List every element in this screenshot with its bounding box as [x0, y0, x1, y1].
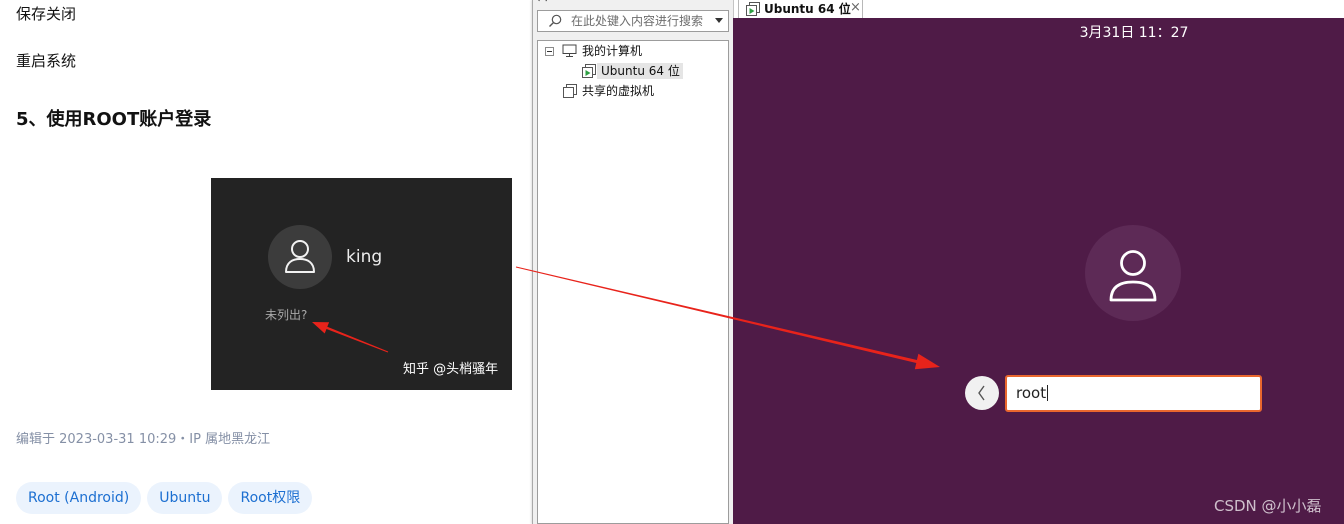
library-close-button[interactable]: × [717, 0, 728, 4]
library-panel: 库 × 在此处键入内容进行搜索 我的计算机 [532, 0, 733, 524]
tag-root-android[interactable]: Root (Android) [16, 482, 142, 514]
tab-close-button[interactable]: × [850, 0, 861, 16]
computer-icon [562, 44, 577, 57]
tag-list: Root (Android) Ubuntu Root权限 [16, 482, 313, 514]
article-text-reboot: 重启系统 [16, 52, 77, 70]
shared-vm-icon [563, 84, 577, 98]
csdn-watermark: CSDN @小小磊 [1214, 497, 1322, 515]
username-input[interactable]: root [1005, 375, 1262, 412]
article-heading: 5、使用ROOT账户登录 [16, 109, 212, 130]
avatar [1085, 225, 1181, 321]
tree-item-ubuntu-vm[interactable]: Ubuntu 64 位 [601, 64, 680, 78]
collapse-icon[interactable] [545, 47, 554, 56]
image-watermark: 知乎 @头梢骚年 [403, 362, 499, 377]
tag-root-permission[interactable]: Root权限 [228, 482, 313, 514]
chevron-left-icon [978, 385, 985, 401]
vm-running-icon [582, 64, 596, 78]
vm-running-icon [746, 2, 760, 16]
vm-console: Ubuntu 64 位 × 3月31日 11：27 root CSDN @小小磊 [733, 0, 1344, 524]
search-placeholder: 在此处键入内容进行搜索 [571, 14, 704, 28]
user-icon [285, 240, 315, 273]
tree-item-shared-vms[interactable]: 共享的虚拟机 [582, 84, 654, 98]
user-icon [1109, 250, 1157, 302]
chevron-down-icon[interactable] [715, 18, 723, 23]
tab-ubuntu-vm[interactable]: Ubuntu 64 位 × [738, 0, 863, 18]
library-header: 库 × [533, 0, 733, 4]
not-listed-link: 未列出? [265, 308, 308, 322]
library-tree: 我的计算机 Ubuntu 64 位 共享的虚拟机 [537, 40, 729, 524]
clock: 3月31日 11：27 [1079, 25, 1189, 41]
ubuntu-login-screen: 3月31日 11：27 root CSDN @小小磊 [733, 18, 1344, 524]
username-input-value: root [1016, 384, 1047, 402]
edit-meta: 编辑于 2023-03-31 10:29・IP 属地黑龙江 [16, 432, 271, 447]
tree-item-my-computer[interactable]: 我的计算机 [582, 44, 642, 58]
article-pane: 保存关闭 重启系统 5、使用ROOT账户登录 king 未列出? 知乎 @头梢骚… [0, 0, 532, 524]
text-caret [1047, 385, 1049, 401]
back-button[interactable] [965, 376, 999, 410]
tag-ubuntu[interactable]: Ubuntu [147, 482, 223, 514]
tab-label: Ubuntu 64 位 [764, 2, 851, 16]
library-title: 库 [538, 0, 551, 4]
screen: 保存关闭 重启系统 5、使用ROOT账户登录 king 未列出? 知乎 @头梢骚… [0, 0, 1344, 524]
login-screenshot-image: king 未列出? 知乎 @头梢骚年 [211, 178, 512, 390]
avatar [268, 225, 332, 289]
vm-tab-strip: Ubuntu 64 位 × [733, 0, 1344, 18]
article-text-save-close: 保存关闭 [16, 5, 77, 23]
username-label: king [346, 247, 383, 267]
library-search-input[interactable]: 在此处键入内容进行搜索 [537, 10, 729, 32]
search-icon [549, 14, 562, 27]
